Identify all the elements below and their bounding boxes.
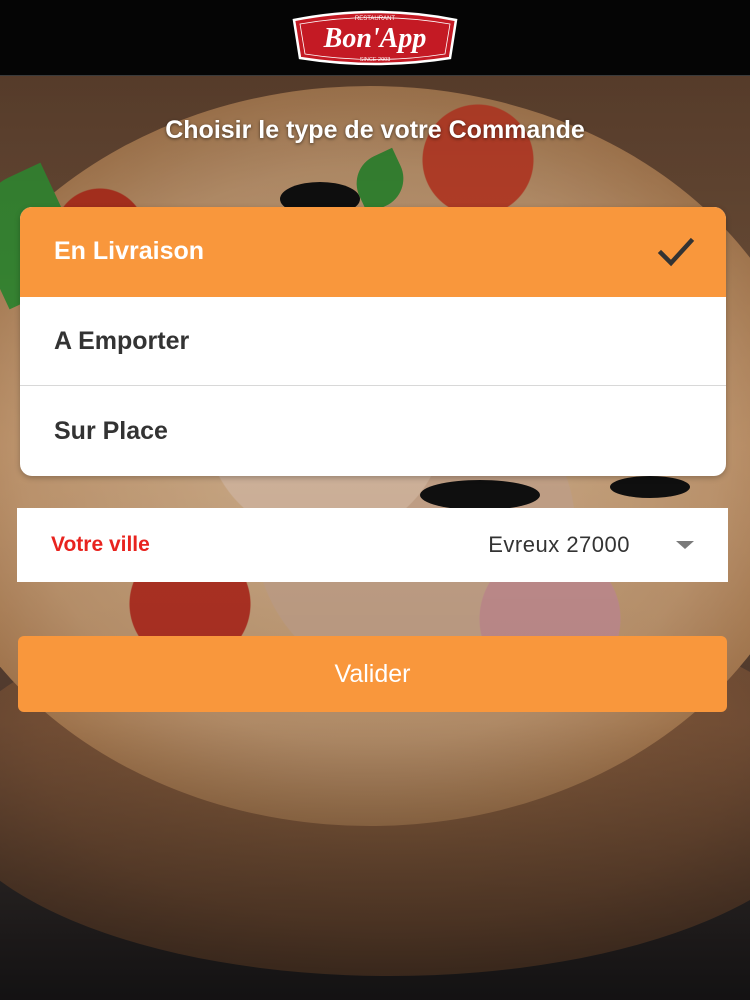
page-title: Choisir le type de votre Commande	[165, 116, 585, 144]
order-type-list: En Livraison A Emporter Sur Place	[20, 207, 726, 476]
caret-down-icon	[676, 541, 694, 549]
city-select[interactable]: Votre ville Evreux 27000	[17, 508, 728, 582]
check-icon	[657, 237, 695, 267]
bonapp-logo: RESTAURANT Bon'App SINCE 2003	[292, 10, 458, 65]
city-value: Evreux 27000	[488, 532, 630, 557]
city-label: Votre ville	[51, 533, 150, 556]
svg-text:SINCE 2003: SINCE 2003	[360, 57, 391, 63]
svg-text:Bon'App: Bon'App	[323, 23, 427, 54]
order-type-takeaway[interactable]: A Emporter	[20, 297, 726, 387]
validate-button[interactable]: Valider	[18, 636, 727, 712]
order-type-label: Sur Place	[54, 416, 168, 445]
order-type-dine-in[interactable]: Sur Place	[20, 386, 726, 476]
order-type-delivery[interactable]: En Livraison	[20, 207, 726, 297]
svg-text:RESTAURANT: RESTAURANT	[355, 16, 396, 22]
order-type-label: En Livraison	[54, 237, 205, 266]
order-type-label: A Emporter	[54, 326, 190, 355]
app-header: RESTAURANT Bon'App SINCE 2003	[0, 0, 750, 76]
